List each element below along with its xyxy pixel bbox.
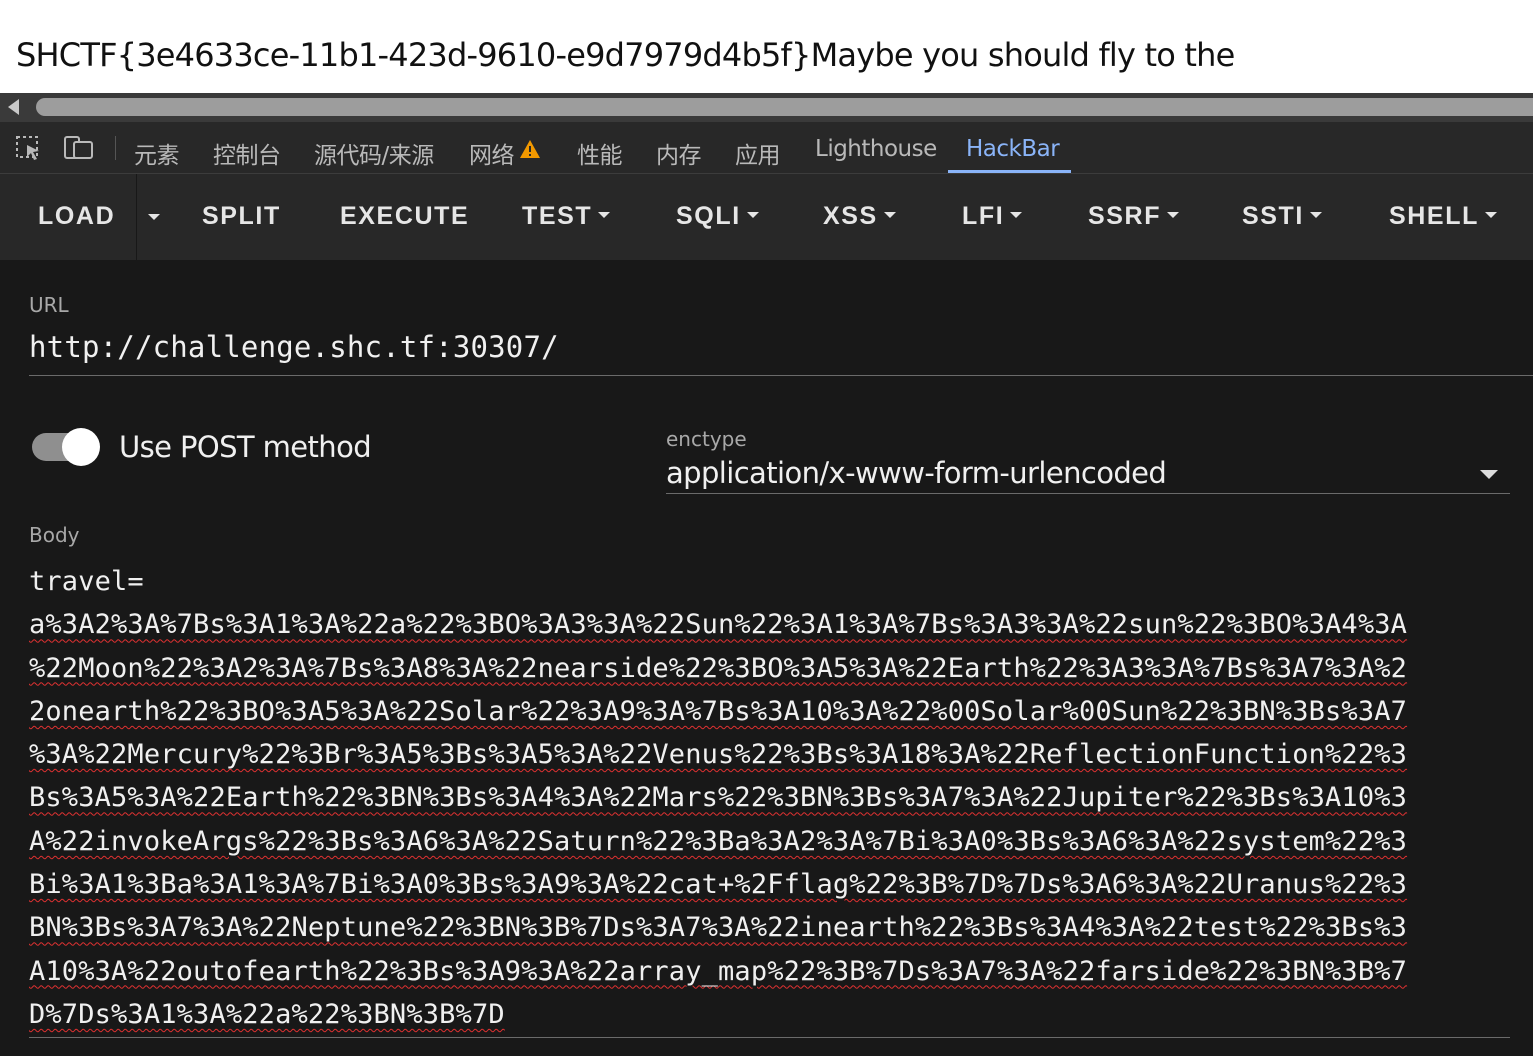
chevron-down-icon (1010, 212, 1023, 219)
body-line: 2onearth%22%3BO%3A5%3A%22Solar%22%3A9%3A… (29, 695, 1408, 727)
enctype-select[interactable]: application/x-www-form-urlencoded (666, 456, 1167, 490)
lfi-menu-button[interactable]: LFI (962, 202, 1023, 231)
ssti-menu-button[interactable]: SSTI (1242, 202, 1322, 231)
warning-icon (519, 139, 541, 164)
load-split-divider (136, 174, 137, 260)
shell-label: SHELL (1389, 202, 1479, 230)
chevron-down-icon (598, 212, 611, 219)
body-line: BN%3Bs%3A7%3A%22Neptune%22%3BN%3B%7Ds%3A… (29, 912, 1408, 944)
tab-hackbar[interactable]: HackBar (966, 136, 1060, 162)
hackbar-toolbar: LOAD SPLIT EXECUTE TEST SQLI XSS LFI SSR… (0, 174, 1533, 260)
enctype-dropdown-chevron-icon[interactable] (1480, 470, 1498, 479)
test-label: TEST (522, 202, 593, 230)
test-menu-button[interactable]: TEST (522, 202, 611, 231)
scroll-left-arrow-icon[interactable] (8, 99, 19, 115)
tab-sources[interactable]: 源代码/来源 (314, 136, 434, 170)
tab-application[interactable]: 应用 (735, 136, 781, 170)
url-input[interactable]: http://challenge.shc.tf:30307/ (29, 330, 559, 364)
body-line: a%3A2%3A%7Bs%3A1%3A%22a%22%3BO%3A3%3A%22… (29, 609, 1408, 641)
sqli-menu-button[interactable]: SQLI (676, 202, 759, 231)
tab-console[interactable]: 控制台 (213, 136, 281, 170)
url-label: URL (29, 293, 69, 317)
tab-network[interactable]: 网络 (469, 136, 515, 170)
chevron-down-icon (1309, 212, 1322, 219)
body-line: D%7Ds%3A1%3A%22a%22%3BN%3B%7D (29, 998, 505, 1030)
chevron-down-icon (1167, 212, 1180, 219)
body-line: A10%3A%22outofearth%22%3Bs%3A9%3A%22arra… (29, 955, 1408, 987)
tab-performance[interactable]: 性能 (577, 136, 623, 170)
chevron-down-icon (746, 212, 759, 219)
body-line: A%22invokeArgs%22%3Bs%3A6%3A%22Saturn%22… (29, 825, 1408, 857)
url-input-underline (29, 375, 1533, 376)
inspect-element-icon[interactable] (15, 135, 43, 161)
tab-separator (115, 136, 116, 160)
chevron-down-icon (1484, 212, 1497, 219)
page-viewport: SHCTF{3e4633ce-11b1-423d-9610-e9d7979d4b… (0, 0, 1533, 93)
body-line: Bi%3A1%3Ba%3A1%3A%7Bi%3A0%3Bs%3A9%3A%22c… (29, 869, 1408, 901)
devtools-tab-bar: 元素 控制台 源代码/来源 网络 性能 内存 应用 Lighthouse Hac… (0, 122, 1533, 174)
ssti-label: SSTI (1242, 202, 1304, 230)
load-dropdown-chevron-icon[interactable] (148, 214, 160, 220)
tab-lighthouse[interactable]: Lighthouse (815, 136, 937, 162)
body-line: Bs%3A5%3A%22Earth%22%3BN%3Bs%3A4%3A%22Ma… (29, 782, 1408, 814)
load-button[interactable]: LOAD (38, 202, 115, 231)
horizontal-scrollbar[interactable] (0, 93, 1533, 122)
body-line: travel= (29, 566, 144, 597)
ssrf-menu-button[interactable]: SSRF (1088, 202, 1180, 231)
split-button[interactable]: SPLIT (202, 202, 281, 231)
tab-elements[interactable]: 元素 (134, 136, 180, 170)
enctype-underline (666, 493, 1510, 494)
chevron-down-icon (883, 212, 896, 219)
body-line: %3A%22Mercury%22%3Br%3A5%3Bs%3A5%3A%22Ve… (29, 739, 1408, 771)
post-method-toggle-knob[interactable] (62, 428, 100, 466)
active-tab-indicator (948, 170, 1071, 173)
body-textarea-underline (29, 1037, 1510, 1038)
lfi-label: LFI (962, 202, 1005, 230)
body-textarea[interactable]: travel= a%3A2%3A%7Bs%3A1%3A%22a%22%3BO%3… (29, 560, 1509, 1036)
enctype-label: enctype (666, 427, 747, 451)
post-method-label: Use POST method (119, 430, 372, 464)
page-flag-text: SHCTF{3e4633ce-11b1-423d-9610-e9d7979d4b… (16, 36, 1235, 74)
sqli-label: SQLI (676, 202, 741, 230)
xss-label: XSS (823, 202, 878, 230)
xss-menu-button[interactable]: XSS (823, 202, 896, 231)
body-label: Body (29, 523, 80, 547)
device-toolbar-icon[interactable] (64, 135, 93, 161)
body-line: %22Moon%22%3A2%3A%7Bs%3A8%3A%22nearside%… (29, 652, 1408, 684)
ssrf-label: SSRF (1088, 202, 1162, 230)
tab-memory[interactable]: 内存 (656, 136, 702, 170)
execute-button[interactable]: EXECUTE (340, 202, 469, 231)
shell-menu-button[interactable]: SHELL (1389, 202, 1497, 231)
scrollbar-thumb[interactable] (36, 98, 1533, 116)
